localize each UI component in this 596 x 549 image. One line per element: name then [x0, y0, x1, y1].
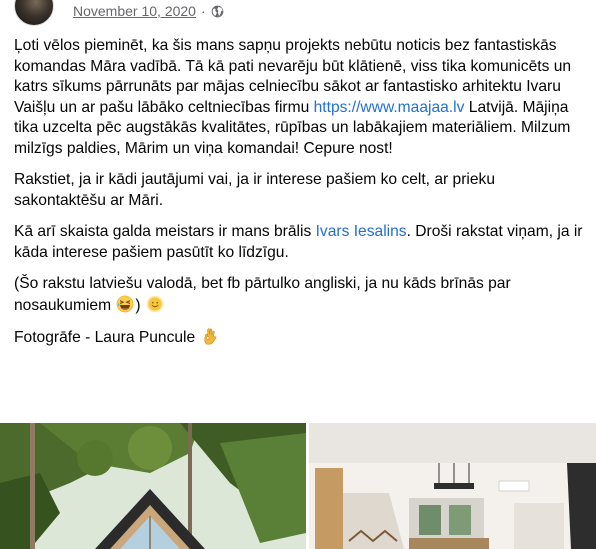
photo-grid: [0, 423, 596, 549]
meta-separator: ·: [200, 3, 206, 19]
ok-hand-emoji-icon: [203, 328, 216, 345]
post-body: Ļoti vēlos pieminēt, ka šis mans sapņu p…: [14, 36, 586, 360]
paragraph-4-closing: ): [135, 296, 145, 314]
maajaa-website-link[interactable]: https://www.maajaa.lv: [314, 99, 465, 116]
post-meta: November 10, 2020 ·: [73, 3, 224, 19]
post-date-link[interactable]: November 10, 2020: [73, 3, 196, 19]
paragraph-5-text: Fotogrāfe - Laura Puncule: [14, 329, 200, 346]
paragraph-4: (Šo rakstu latviešu valodā, bet fb pārtu…: [14, 274, 586, 316]
avatar[interactable]: [14, 0, 54, 26]
paragraph-5: Fotogrāfe - Laura Puncule: [14, 327, 586, 349]
paragraph-3-text-start: Kā arī skaista galda meistars ir mans br…: [14, 223, 316, 240]
globe-icon[interactable]: [211, 5, 224, 18]
ivars-iesalins-profile-link[interactable]: Ivars Iesalins: [316, 223, 407, 240]
post-header: November 10, 2020 ·: [0, 0, 596, 26]
paragraph-1: Ļoti vēlos pieminēt, ka šis mans sapņu p…: [14, 36, 586, 159]
paragraph-3: Kā arī skaista galda meistars ir mans br…: [14, 222, 586, 263]
smiling-sun-emoji-icon: [146, 295, 164, 312]
paragraph-2: Rakstiet, ja ir kādi jautājumi vai, ja i…: [14, 171, 496, 209]
interior-living-room-photo[interactable]: [309, 423, 596, 549]
paragraph-4-text: (Šo rakstu latviešu valodā, bet fb pārtu…: [14, 275, 511, 314]
laughing-emoji-icon: [117, 295, 134, 312]
a-frame-house-photo[interactable]: [0, 423, 306, 549]
